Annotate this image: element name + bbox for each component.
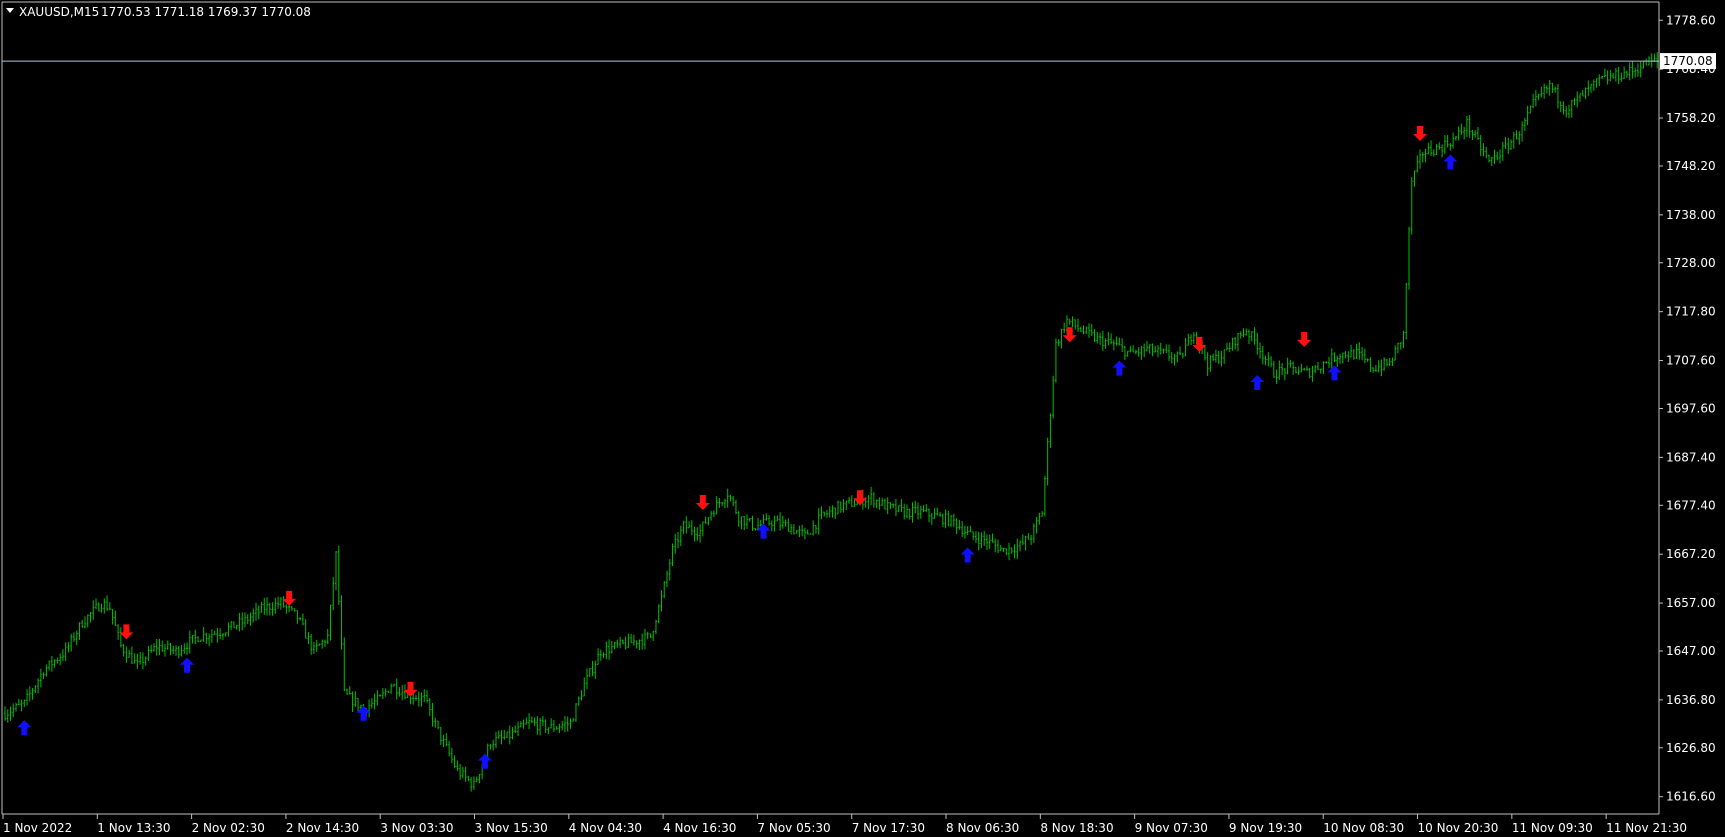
current-price-text: 1770.08 (1663, 54, 1713, 68)
x-tick-label: 3 Nov 15:30 (475, 821, 548, 835)
x-tick-label: 9 Nov 07:30 (1135, 821, 1208, 835)
y-tick-label: 1707.60 (1666, 354, 1716, 368)
y-tick-label: 1717.80 (1666, 305, 1716, 319)
chart-background (0, 0, 1725, 837)
y-tick-label: 1677.40 (1666, 498, 1716, 512)
y-tick-label: 1778.60 (1666, 13, 1716, 27)
x-tick-label: 3 Nov 03:30 (380, 821, 453, 835)
y-tick-label: 1667.20 (1666, 547, 1716, 561)
y-tick-label: 1758.20 (1666, 111, 1716, 125)
ohlc-label: 1770.53 1771.18 1769.37 1770.08 (101, 5, 311, 19)
x-tick-label: 11 Nov 09:30 (1512, 821, 1593, 835)
y-tick-label: 1738.00 (1666, 208, 1716, 222)
x-tick-label: 8 Nov 06:30 (946, 821, 1019, 835)
x-tick-label: 10 Nov 20:30 (1418, 821, 1499, 835)
x-tick-label: 7 Nov 05:30 (757, 821, 830, 835)
x-tick-label: 7 Nov 17:30 (852, 821, 925, 835)
x-tick-label: 4 Nov 04:30 (569, 821, 642, 835)
y-tick-label: 1647.00 (1666, 644, 1716, 658)
y-tick-label: 1748.20 (1666, 159, 1716, 173)
y-tick-label: 1616.60 (1666, 790, 1716, 804)
symbol-label: XAUUSD,M15 (19, 5, 99, 19)
y-tick-label: 1636.80 (1666, 693, 1716, 707)
x-tick-label: 10 Nov 08:30 (1323, 821, 1404, 835)
y-tick-label: 1697.60 (1666, 401, 1716, 415)
price-chart[interactable]: 1778.601768.401758.201748.201738.001728.… (0, 0, 1725, 837)
y-tick-label: 1626.80 (1666, 741, 1716, 755)
y-tick-label: 1728.00 (1666, 256, 1716, 270)
x-tick-label: 1 Nov 2022 (3, 821, 72, 835)
x-tick-label: 11 Nov 21:30 (1606, 821, 1687, 835)
chart-header[interactable]: XAUUSD,M15 1770.53 1771.18 1769.37 1770.… (6, 5, 311, 19)
x-tick-label: 9 Nov 19:30 (1229, 821, 1302, 835)
x-tick-label: 4 Nov 16:30 (663, 821, 736, 835)
current-price-label: 1770.08 (1660, 53, 1716, 70)
y-tick-label: 1657.00 (1666, 596, 1716, 610)
y-tick-label: 1687.40 (1666, 450, 1716, 464)
x-tick-label: 8 Nov 18:30 (1040, 821, 1113, 835)
x-tick-label: 1 Nov 13:30 (97, 821, 170, 835)
x-tick-label: 2 Nov 14:30 (286, 821, 359, 835)
x-tick-label: 2 Nov 02:30 (192, 821, 265, 835)
